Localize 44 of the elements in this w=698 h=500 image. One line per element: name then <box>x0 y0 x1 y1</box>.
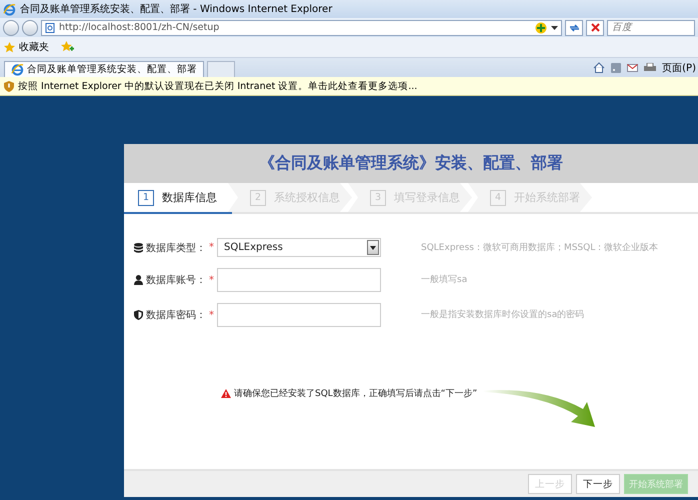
database-icon <box>134 242 143 252</box>
shield-icon <box>4 80 14 92</box>
refresh-icon <box>568 22 580 32</box>
browser-logo-icon <box>11 63 24 76</box>
window-title: 合同及账单管理系统安装、配置、部署 - Windows Internet Explorer <box>20 2 332 16</box>
field-hint: 一般是指安装数据库时你设置的sa的密码 <box>421 309 584 321</box>
wizard-button[interactable]: 下一步 <box>576 474 620 494</box>
compatibility-icon[interactable] <box>535 22 547 34</box>
warning-icon <box>221 389 231 398</box>
required-mark: * <box>209 242 214 253</box>
star-icon <box>4 42 15 52</box>
print-icon[interactable] <box>644 62 656 72</box>
field-label: 数据库类型： <box>146 242 206 254</box>
page-menu[interactable]: 页面(P) <box>662 60 696 74</box>
input-field[interactable] <box>217 303 381 327</box>
required-mark: * <box>209 310 214 320</box>
required-mark: * <box>209 274 214 286</box>
search-field[interactable]: 百度 <box>607 20 695 36</box>
page-icon <box>45 22 55 32</box>
dropdown-icon[interactable] <box>551 26 558 30</box>
back-button[interactable] <box>3 20 19 36</box>
field-hint: 一般填写sa <box>421 274 468 286</box>
notice-text: 请确保您已经安装了SQL数据库，正确填写后请点击“下一步” <box>234 388 478 400</box>
input-field[interactable] <box>217 268 381 292</box>
user-icon <box>134 275 143 285</box>
favorites-button[interactable]: 收藏夹 <box>19 40 49 54</box>
refresh-button[interactable] <box>565 20 583 36</box>
add-favorite-icon[interactable] <box>61 41 74 53</box>
database-type-select[interactable]: SQLExpress <box>217 238 381 257</box>
shield-icon <box>134 310 143 320</box>
field-hint: SQLExpress：微软可商用数据库；MSSQL：微软企业版本 <box>421 242 658 254</box>
field-label: 数据库密码： <box>146 308 206 322</box>
mail-icon[interactable] <box>627 64 638 72</box>
feed-icon[interactable] <box>611 62 622 72</box>
field-label: 数据库账号： <box>146 274 206 287</box>
close-icon <box>590 23 600 32</box>
browser-logo-icon <box>3 2 16 16</box>
home-icon[interactable] <box>593 62 606 73</box>
address-field[interactable]: http://localhost:8001/zh-CN/setup <box>41 20 562 36</box>
browser-tab[interactable]: 合同及账单管理系统安装、配置、部署 <box>4 61 204 77</box>
caret-icon <box>370 246 376 250</box>
forward-button[interactable] <box>22 20 38 36</box>
stop-button[interactable] <box>586 20 604 36</box>
setup-title: 《合同及账单管理系统》安装、配置、部署 <box>259 153 563 174</box>
